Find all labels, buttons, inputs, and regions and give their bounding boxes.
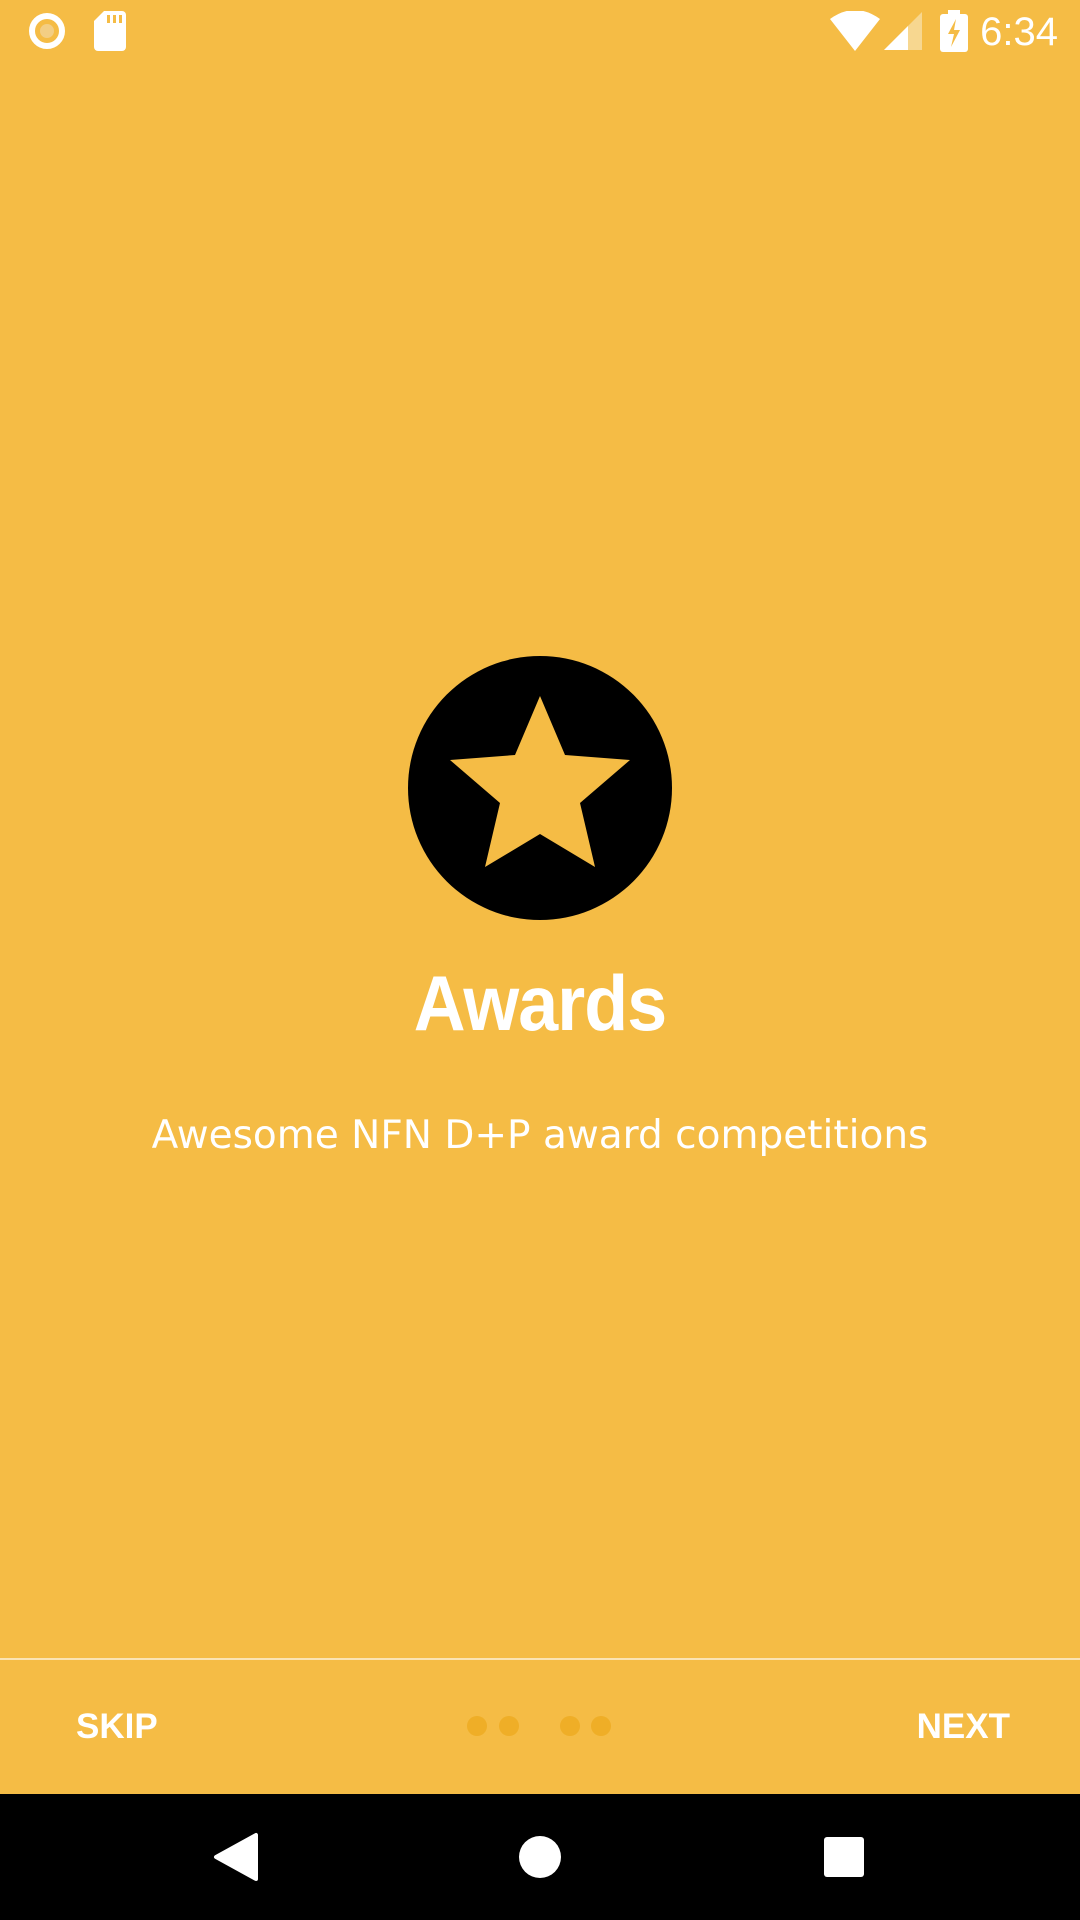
battery-charging-icon <box>940 10 968 52</box>
home-icon[interactable] <box>510 1827 570 1887</box>
sd-card-icon <box>94 11 126 51</box>
page-dot-4[interactable] <box>591 1716 611 1736</box>
record-icon <box>28 12 66 50</box>
page-dot-1[interactable] <box>467 1716 487 1736</box>
status-time: 6:34 <box>980 10 1058 54</box>
status-bar: 6:34 <box>0 0 1080 63</box>
pager-bar: SKIP NEXT <box>0 1660 1080 1794</box>
slide-description: Awesome NFN D+P award competitions <box>151 1113 929 1158</box>
slide-title: Awards <box>413 959 667 1047</box>
page-dot-2[interactable] <box>499 1716 519 1736</box>
next-button[interactable]: NEXT <box>917 1706 1010 1748</box>
back-icon[interactable] <box>206 1827 266 1887</box>
navigation-bar <box>0 1794 1080 1920</box>
star-badge-icon <box>408 656 672 920</box>
recents-icon[interactable] <box>814 1827 874 1887</box>
page-dot-3[interactable] <box>560 1716 580 1736</box>
wifi-icon <box>830 10 880 51</box>
cell-signal-icon <box>884 12 922 50</box>
